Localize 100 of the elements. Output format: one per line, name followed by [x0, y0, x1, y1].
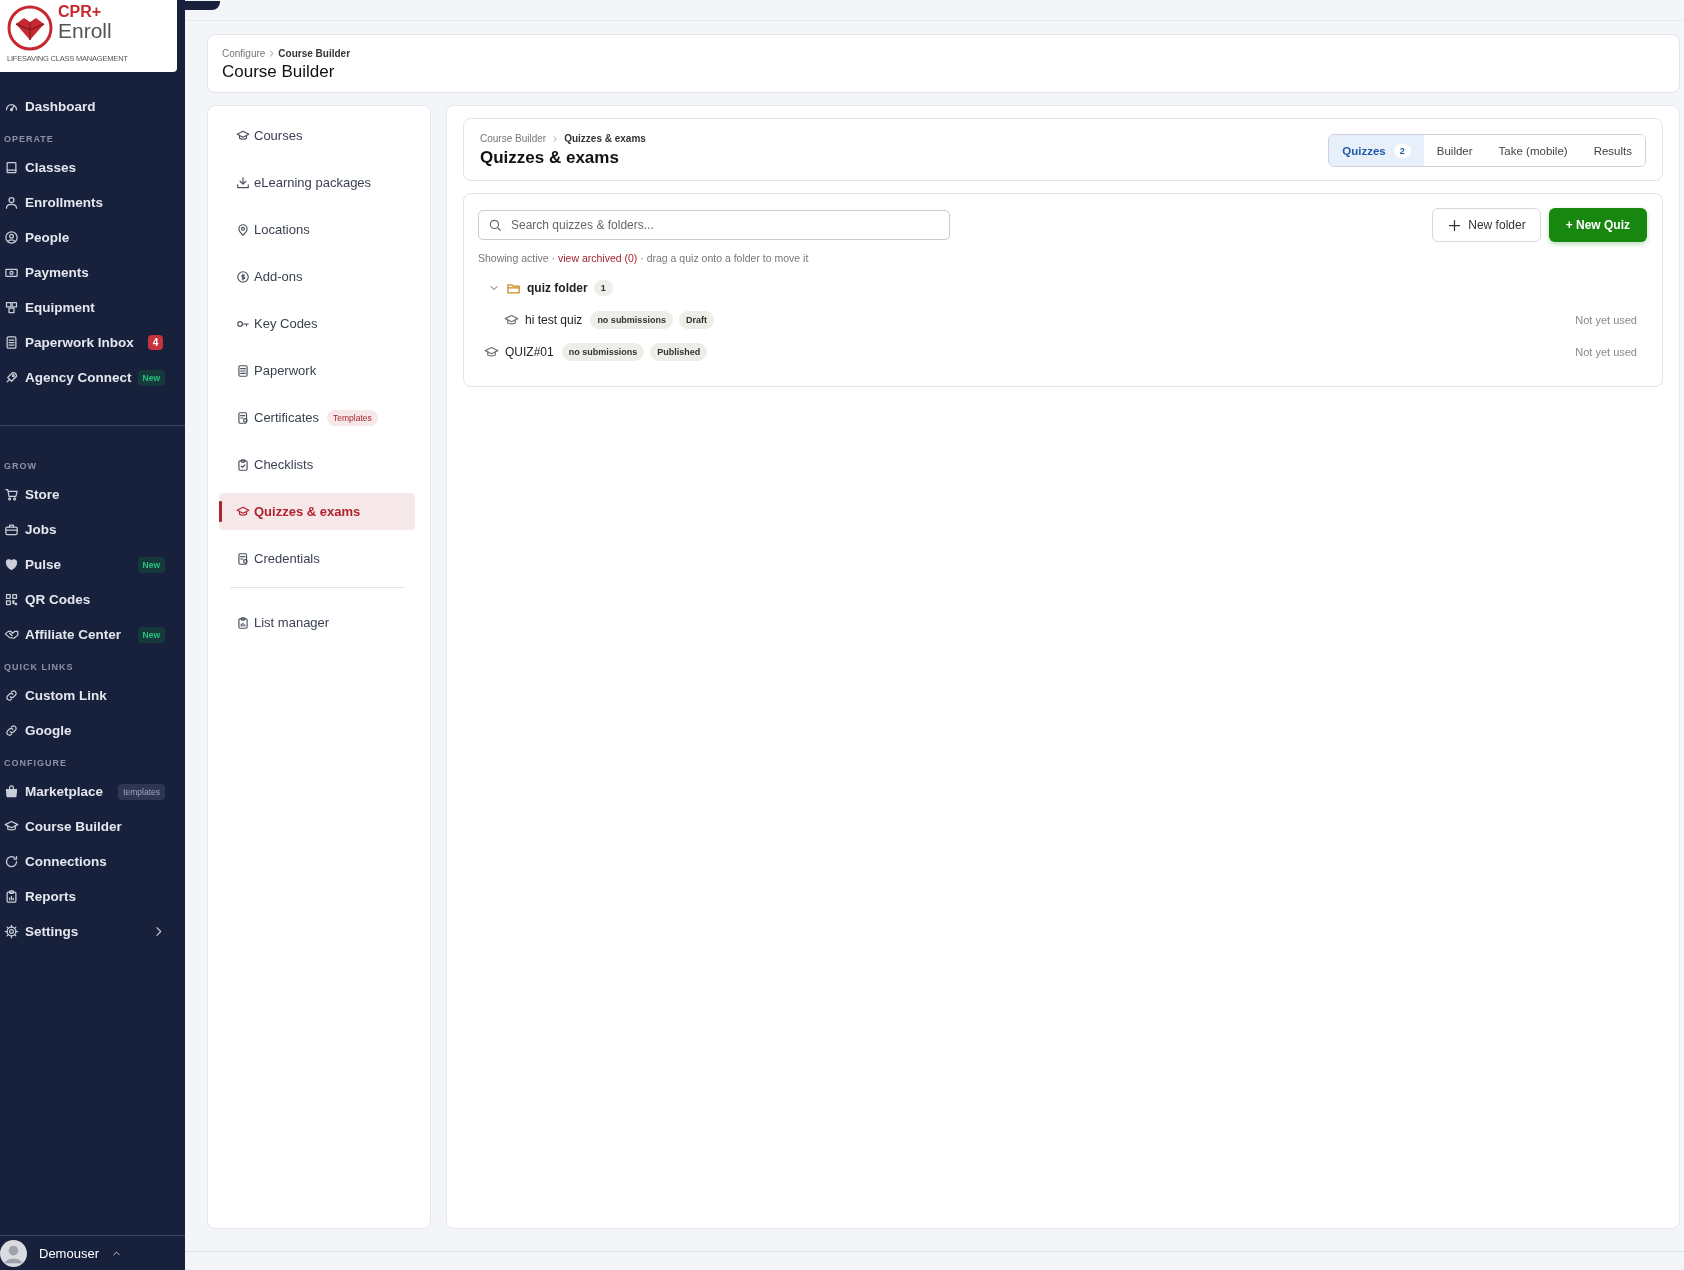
nav-item[interactable]: Agency Connect New [0, 360, 185, 395]
nav-item[interactable]: Quizzes & exams [219, 493, 415, 530]
certificate-icon [236, 410, 250, 425]
nav-item[interactable]: Classes [0, 150, 185, 185]
chevron-right-icon [267, 49, 277, 58]
badge: New [137, 626, 165, 643]
book-icon [4, 160, 19, 175]
qr-grid-icon [4, 592, 19, 607]
certificate-icon [236, 551, 250, 566]
nav-item[interactable]: Equipment [0, 290, 185, 325]
nav-item[interactable]: Paperwork [219, 352, 415, 389]
nav-item[interactable]: Certificates Templates [219, 399, 415, 436]
nav-item[interactable]: Payments [0, 255, 185, 290]
clipboard-icon [4, 889, 19, 904]
nav-item[interactable]: Custom Link [0, 678, 185, 713]
clipboard-icon [236, 615, 250, 630]
user-name[interactable]: Demouser [39, 1245, 99, 1261]
folder-name[interactable]: quiz folder [527, 281, 588, 295]
link-icon [4, 688, 19, 703]
cart-icon [4, 487, 19, 502]
nav-item[interactable]: Add-ons [219, 258, 415, 295]
plus-icon [1447, 217, 1463, 233]
quiz-name[interactable]: QUIZ#01 [505, 345, 554, 359]
nav-item[interactable]: Enrollments [0, 185, 185, 220]
nav-item[interactable]: Key Codes [219, 305, 415, 342]
brand-name: CPR+ [58, 4, 103, 20]
page-title: Quizzes & exams [480, 148, 620, 168]
nav-item[interactable]: Checklists [219, 446, 415, 483]
nav-item[interactable]: List manager [219, 604, 415, 641]
avatar-icon [0, 1239, 27, 1267]
new-folder-button[interactable]: New folder [1432, 208, 1541, 242]
chevron-right-icon [551, 134, 560, 143]
cap-icon [504, 312, 519, 328]
badge: New [137, 369, 165, 386]
status-tag: no submissions [561, 343, 645, 361]
search-field[interactable]: Search quizzes & folders... [478, 210, 950, 240]
coin-icon [236, 269, 250, 284]
nav-item[interactable]: Pulse New [0, 547, 185, 582]
download-icon [236, 175, 250, 190]
link-icon [4, 723, 19, 738]
nav-item[interactable]: Marketplace templates [0, 774, 185, 809]
cap-icon [236, 504, 250, 519]
list-document-icon [236, 363, 250, 378]
section-heading: QUICK LINKS [3, 661, 74, 674]
section-heading: GROW [3, 460, 37, 473]
pin-icon [236, 222, 250, 237]
nav-item[interactable]: Reports [0, 879, 185, 914]
nav-item[interactable]: Credentials [219, 540, 415, 577]
clipboard-check-icon [236, 457, 250, 472]
nav-item[interactable]: Dashboard [0, 89, 185, 124]
briefcase-icon [4, 522, 19, 537]
badge: 4 [147, 335, 164, 350]
tab[interactable]: Quizzes 2 [1329, 135, 1424, 166]
nav-item[interactable]: Course Builder [0, 809, 185, 844]
cycle-icon [4, 854, 19, 869]
nav-item[interactable]: eLearning packages [219, 164, 415, 201]
heart-icon [4, 557, 19, 572]
status-tag: no submissions [590, 311, 673, 329]
nav-item[interactable]: Store [0, 477, 185, 512]
count-badge: 2 [1393, 143, 1411, 158]
breadcrumb-item[interactable]: Course Builder [480, 133, 547, 144]
boxes-icon [4, 300, 19, 315]
badge: New [137, 556, 165, 573]
nav-item[interactable]: Paperwork Inbox 4 [0, 325, 185, 360]
nav-item[interactable]: Jobs [0, 512, 185, 547]
badge: templates [118, 783, 165, 800]
nav-item[interactable]: Connections [0, 844, 185, 879]
nav-item[interactable]: QR Codes [0, 582, 185, 617]
person-icon [4, 195, 19, 210]
section-heading: CONFIGURE [3, 757, 67, 770]
cap-icon [484, 344, 499, 360]
nav-item[interactable]: Courses [219, 117, 415, 154]
breadcrumb-item[interactable]: Configure [222, 48, 266, 59]
bag-icon [4, 784, 19, 799]
nav-item[interactable]: Affiliate Center New [0, 617, 185, 652]
section-heading: OPERATE [3, 133, 54, 146]
page-title: Course Builder [222, 62, 336, 82]
usage-text: Not yet used [1575, 314, 1638, 326]
cap-icon [4, 819, 19, 834]
view-archived-link[interactable]: view archived (0) [557, 252, 638, 264]
usage-text: Not yet used [1575, 346, 1638, 358]
quiz-name[interactable]: hi test quiz [525, 313, 583, 327]
status-tag: Published [650, 343, 708, 361]
nav-item[interactable]: Locations [219, 211, 415, 248]
badge: Templates [327, 409, 378, 426]
nav-item[interactable]: People [0, 220, 185, 255]
brand-name: Enroll [58, 20, 112, 41]
list-document-icon [4, 335, 19, 350]
new-quiz-button[interactable]: + New Quiz [1548, 208, 1647, 242]
collapse-tab[interactable] [185, 1, 220, 10]
search-icon [488, 218, 502, 232]
count-badge: 1 [593, 280, 613, 296]
nav-item[interactable]: Settings [0, 914, 185, 949]
logo-icon [6, 4, 54, 52]
filter-note: Showing active · view archived (0) · drag a quiz onto a folder to move it [478, 252, 810, 264]
user-circle-icon [4, 230, 19, 245]
nav-item[interactable]: Google [0, 713, 185, 748]
status-tag: Draft [678, 311, 714, 329]
cap-icon [236, 128, 250, 143]
breadcrumb-item: Course Builder [278, 48, 351, 59]
